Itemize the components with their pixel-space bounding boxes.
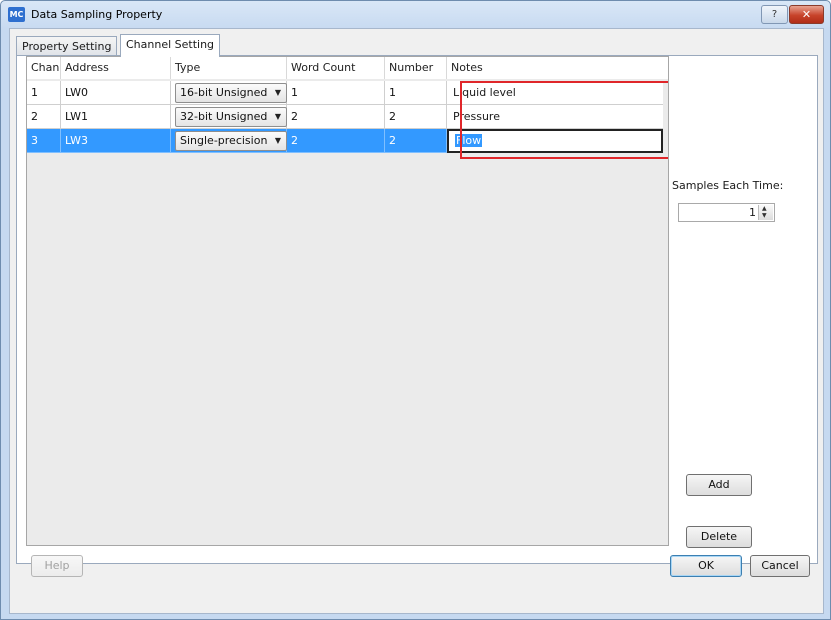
samples-each-time-label: Samples Each Time: — [672, 179, 784, 192]
cell-number[interactable]: 2 — [385, 105, 447, 129]
column-header-type[interactable]: Type — [171, 57, 287, 79]
title-bar: MC Data Sampling Property ? ✕ — [1, 1, 830, 28]
stepper-buttons: ▲ ▼ — [758, 205, 773, 220]
add-button[interactable]: Add — [686, 474, 752, 496]
table-row-selected[interactable]: 3 LW3 Single-precision ▼ 2 2 — [27, 129, 447, 153]
type-value: 16-bit Unsigned — [180, 86, 268, 99]
cell-word-count[interactable]: 2 — [287, 129, 385, 153]
column-header-chan[interactable]: Chan — [27, 57, 61, 79]
cell-number[interactable]: 1 — [385, 81, 447, 105]
column-header-word-count[interactable]: Word Count — [287, 57, 385, 79]
delete-button[interactable]: Delete — [686, 526, 752, 548]
notes-selected-text: Flow — [455, 134, 483, 147]
help-button[interactable]: Help — [31, 555, 83, 577]
cell-notes[interactable]: Pressure — [447, 105, 663, 129]
samples-value: 1 — [749, 206, 756, 219]
samples-each-time-stepper[interactable]: 1 ▲ ▼ — [678, 203, 775, 222]
cell-word-count[interactable]: 2 — [287, 105, 385, 129]
table-row[interactable]: 2 LW1 32-bit Unsigned ▼ 2 2 — [27, 105, 447, 129]
type-dropdown[interactable]: Single-precision ▼ — [175, 131, 287, 151]
close-icon: ✕ — [801, 8, 812, 21]
cell-type: 32-bit Unsigned ▼ — [171, 105, 287, 129]
chevron-down-icon: ▼ — [274, 136, 281, 145]
window-title: Data Sampling Property — [31, 8, 163, 21]
chevron-down-icon: ▼ — [274, 88, 281, 97]
cell-word-count[interactable]: 1 — [287, 81, 385, 105]
chevron-up-icon[interactable]: ▲ — [762, 205, 767, 212]
type-value: 32-bit Unsigned — [180, 110, 268, 123]
column-header-notes[interactable]: Notes — [447, 57, 668, 79]
cell-notes[interactable]: Liquid level — [447, 81, 663, 105]
cell-chan[interactable]: 3 — [27, 129, 61, 153]
cell-address[interactable]: LW1 — [61, 105, 171, 129]
cell-chan[interactable]: 2 — [27, 105, 61, 129]
app-icon: MC — [8, 7, 25, 22]
tab-channel-setting[interactable]: Channel Setting — [120, 34, 221, 57]
table-row[interactable]: 1 LW0 16-bit Unsigned ▼ 1 1 — [27, 81, 447, 105]
title-help-button[interactable]: ? — [761, 5, 788, 24]
ok-button[interactable]: OK — [670, 555, 742, 577]
cell-number[interactable]: 2 — [385, 129, 447, 153]
chevron-down-icon: ▼ — [274, 112, 281, 121]
cell-type: 16-bit Unsigned ▼ — [171, 81, 287, 105]
column-header-number[interactable]: Number — [385, 57, 447, 79]
cell-address[interactable]: LW0 — [61, 81, 171, 105]
cell-type: Single-precision ▼ — [171, 129, 287, 153]
cancel-button[interactable]: Cancel — [750, 555, 810, 577]
channel-setting-panel: Chan Address Type Word Count Number Note… — [16, 55, 818, 564]
cell-chan[interactable]: 1 — [27, 81, 61, 105]
table-header: Chan Address Type Word Count Number Note… — [27, 57, 668, 79]
close-button[interactable]: ✕ — [789, 5, 824, 24]
column-header-address[interactable]: Address — [61, 57, 171, 79]
chevron-down-icon[interactable]: ▼ — [762, 212, 767, 219]
type-value: Single-precision — [180, 134, 268, 147]
cell-address[interactable]: LW3 — [61, 129, 171, 153]
dialog-client: Property Setting Channel Setting Chan Ad… — [9, 28, 824, 614]
tab-property-setting[interactable]: Property Setting — [16, 36, 118, 56]
type-dropdown[interactable]: 32-bit Unsigned ▼ — [175, 107, 287, 127]
type-dropdown[interactable]: 16-bit Unsigned ▼ — [175, 83, 287, 103]
dialog-window: MC Data Sampling Property ? ✕ Property S… — [0, 0, 831, 620]
channel-table: Chan Address Type Word Count Number Note… — [26, 56, 669, 546]
notes-edit-field[interactable]: Flow — [447, 129, 663, 153]
